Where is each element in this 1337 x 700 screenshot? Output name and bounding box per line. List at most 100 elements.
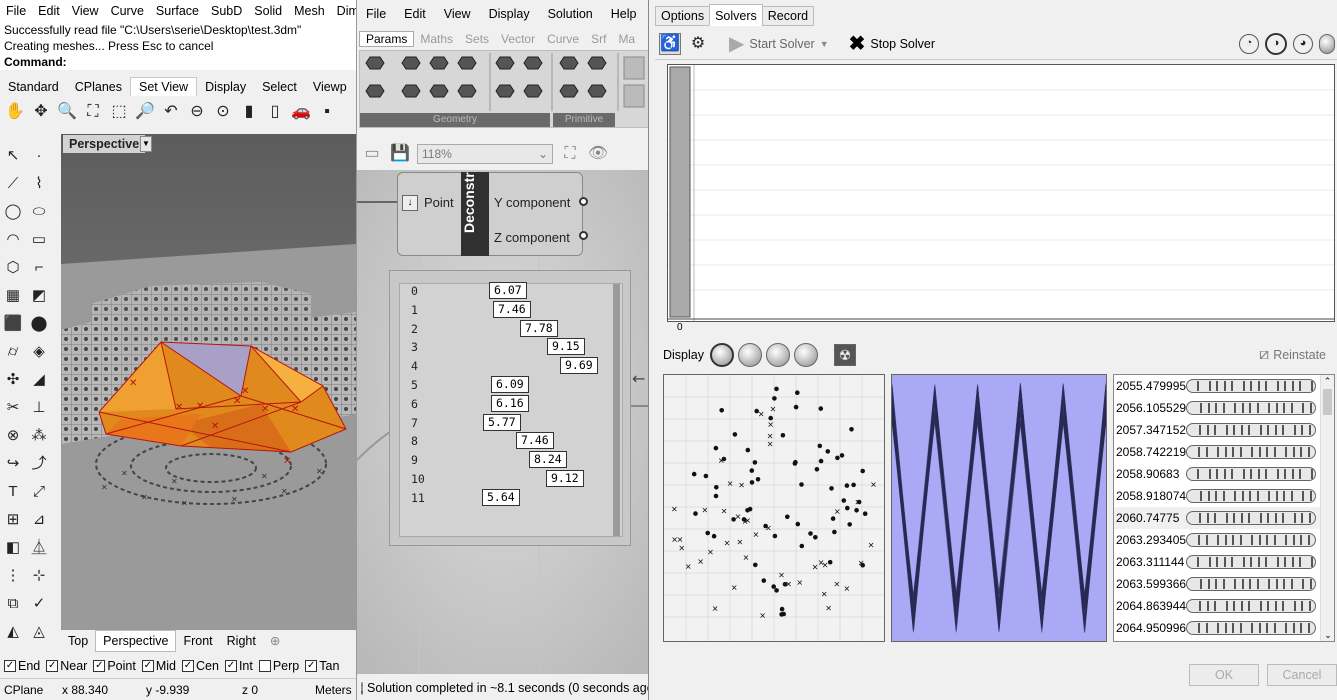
viewport-tab-front[interactable]: Front <box>176 631 219 651</box>
osnap-cen[interactable]: ✓ Cen <box>182 659 219 673</box>
perspective-viewport[interactable]: ✕ ✕ ✕ ✕ ✕ ✕ ✕ ✕ ✕ ✕ ✕ ✕ ✕ ✕ ✕ ✕ ✕ ✕ <box>61 134 356 630</box>
gh-menu-help[interactable]: Help <box>602 7 646 21</box>
split-icon[interactable]: ⊥ <box>28 396 50 418</box>
loft-icon[interactable]: ◩ <box>28 284 50 306</box>
genome-list-item[interactable]: 2064.950996 <box>1114 617 1321 639</box>
genome-list-item[interactable]: 2058.90683 <box>1114 463 1321 485</box>
osnap-tan[interactable]: ✓ Tan <box>305 659 339 673</box>
rhino-menu-subd[interactable]: SubD <box>205 0 248 22</box>
add-viewport-tab-icon[interactable]: ⊕ <box>263 631 287 651</box>
annealing-solver-icon[interactable]: ⚙ <box>687 33 709 55</box>
start-solver-button[interactable]: ▶ Start Solver ▼ <box>729 31 829 56</box>
zoom-extents-icon[interactable]: ⛶ <box>559 143 581 165</box>
scrollbar-thumb[interactable] <box>1323 389 1332 415</box>
gh-menu-solution[interactable]: Solution <box>539 7 602 21</box>
rhino-menu-solid[interactable]: Solid <box>248 0 288 22</box>
gh-tab-mesh[interactable]: Ma <box>612 32 641 46</box>
tab-viewports[interactable]: Viewp <box>305 78 355 96</box>
deconstruct-component[interactable]: ↓ Point Y component Z component <box>397 172 588 256</box>
rhino-menu-mesh[interactable]: Mesh <box>288 0 331 22</box>
osnap-point[interactable]: ✓ Point <box>93 659 136 673</box>
tab-standard[interactable]: Standard <box>0 78 67 96</box>
transform-icon[interactable]: ✣ <box>2 368 24 390</box>
reinstate-button[interactable]: ⧄ Reinstate <box>1259 346 1326 364</box>
zoom-window-icon[interactable]: ⬚ <box>108 101 130 123</box>
scale-icon[interactable]: ◢ <box>28 368 50 390</box>
rhino-menu-edit[interactable]: Edit <box>32 0 66 22</box>
dimension-icon[interactable]: ⤢ <box>28 480 50 502</box>
genome-list-item[interactable]: 2063.293405 <box>1114 529 1321 551</box>
light-icon[interactable]: ◬ <box>28 620 50 642</box>
viewport-menu-arrow-icon[interactable]: ▼ <box>140 136 152 152</box>
genome-list-item[interactable]: 2063.311144 <box>1114 551 1321 573</box>
circle-icon[interactable]: ◯ <box>2 200 24 222</box>
command-prompt[interactable]: Command: <box>4 54 356 70</box>
ellipse-icon[interactable]: ⬭ <box>28 200 50 222</box>
zoom-1to1-icon[interactable]: ⊙ <box>212 101 234 123</box>
save-file-icon[interactable]: 💾 <box>389 143 411 165</box>
trim-icon[interactable]: ✂ <box>2 396 24 418</box>
status-units[interactable]: Meters <box>315 683 352 697</box>
panel-scrollbar[interactable] <box>613 284 620 536</box>
genome-list-item[interactable]: 2057.347152 <box>1114 419 1321 441</box>
gauge-medium-icon[interactable]: ◑ <box>1265 32 1287 55</box>
more-tools-icon[interactable]: ▪ <box>316 101 338 123</box>
gh-tab-curve[interactable]: Curve <box>541 32 585 46</box>
viewport-title[interactable]: Perspective <box>63 135 146 153</box>
stop-solver-button[interactable]: ✖ Stop Solver <box>849 31 935 56</box>
fillet-icon[interactable]: ⌐ <box>28 256 50 278</box>
zoom-combo[interactable]: 118% ⌄ <box>417 144 553 164</box>
material-icon[interactable]: ◭ <box>2 620 24 642</box>
genome-list-item[interactable]: 2060.74775 <box>1114 507 1321 529</box>
zoom-out-icon[interactable]: ⊖ <box>186 101 208 123</box>
polyline-icon[interactable]: ⟋ <box>2 172 24 194</box>
zoom-icon[interactable]: 🔍 <box>56 101 78 123</box>
sphere-icon[interactable] <box>1319 33 1335 54</box>
rhino-menu-view[interactable]: View <box>66 0 105 22</box>
tab-select[interactable]: Select <box>254 78 305 96</box>
cancel-button[interactable]: Cancel <box>1267 664 1337 686</box>
zoom-extents-icon[interactable]: ⛶ <box>82 101 104 123</box>
preview-eye-icon[interactable]: 👁 <box>587 143 609 165</box>
drafting-icon[interactable]: ⏅ <box>28 536 50 558</box>
osnap-int[interactable]: ✓ Int <box>224 659 253 673</box>
polygon-icon[interactable]: ⬡ <box>2 256 24 278</box>
render-icon[interactable]: ◧ <box>2 536 24 558</box>
check-icon[interactable]: ✓ <box>28 592 50 614</box>
point-icon[interactable]: · <box>28 144 50 166</box>
gh-tab-maths[interactable]: Maths <box>414 32 459 46</box>
gh-ribbon-group-geometry[interactable]: Geometry <box>360 113 550 127</box>
car-icon[interactable]: 🚗 <box>290 101 312 123</box>
component-output-y[interactable]: Y component <box>494 195 570 210</box>
evolutionary-solver-icon[interactable]: ♿ <box>659 32 681 55</box>
gumball-icon[interactable]: ⊹ <box>28 564 50 586</box>
viewport-tab-right[interactable]: Right <box>220 631 263 651</box>
genome-list-item[interactable]: 2056.105529 <box>1114 397 1321 419</box>
rhino-menu-dim[interactable]: Dim <box>331 0 356 22</box>
tab-set-view[interactable]: Set View <box>129 77 198 96</box>
osnap-near[interactable]: ✓ Near <box>46 659 87 673</box>
radiation-icon[interactable]: ☢ <box>834 344 856 366</box>
status-cplane[interactable]: CPlane <box>4 683 43 697</box>
text-icon[interactable]: T <box>2 480 24 502</box>
offset-icon[interactable]: ↪ <box>2 452 24 474</box>
tab-options[interactable]: Options <box>655 6 711 26</box>
viewport-tab-top[interactable]: Top <box>61 631 95 651</box>
osnap-mid[interactable]: ✓ Mid <box>141 659 176 673</box>
gh-tab-params[interactable]: Params <box>359 31 415 47</box>
undo-view-icon[interactable]: ↶ <box>160 101 182 123</box>
surface-icon[interactable]: ▦ <box>2 284 24 306</box>
genome-map[interactable]: ✕ ✕ ✕ ✕ ✕ ✕ ✕ ✕ ✕ ✕ ✕ ✕ ✕ ✕ ✕ ✕ ✕ ✕ ✕ ✕ ✕ ✕ ✕ ✕ ✕ ✕ ✕ ✕ ✕ ✕ ✕ ✕ ✕ ✕ ✕ ✕ ✕ ✕ ✕ ✕… <box>663 374 885 642</box>
osnap-end[interactable]: ✓ End <box>4 659 40 673</box>
extend-icon[interactable]: ⤴ <box>28 452 50 474</box>
arc-icon[interactable]: ◠ <box>2 228 24 250</box>
display-mode-1-icon[interactable] <box>710 343 734 367</box>
component-output-z[interactable]: Z component <box>494 230 570 245</box>
gh-menu-file[interactable]: File <box>357 7 395 21</box>
gh-menu-view[interactable]: View <box>435 7 480 21</box>
list-scrollbar[interactable]: ⌃ ⌄ <box>1320 375 1334 641</box>
genome-list-item[interactable]: 2058.742219 <box>1114 441 1321 463</box>
gh-tab-srf[interactable]: Srf <box>585 32 612 46</box>
rotate-view-icon[interactable]: ✥ <box>30 101 52 123</box>
group-icon[interactable]: ⁂ <box>28 424 50 446</box>
